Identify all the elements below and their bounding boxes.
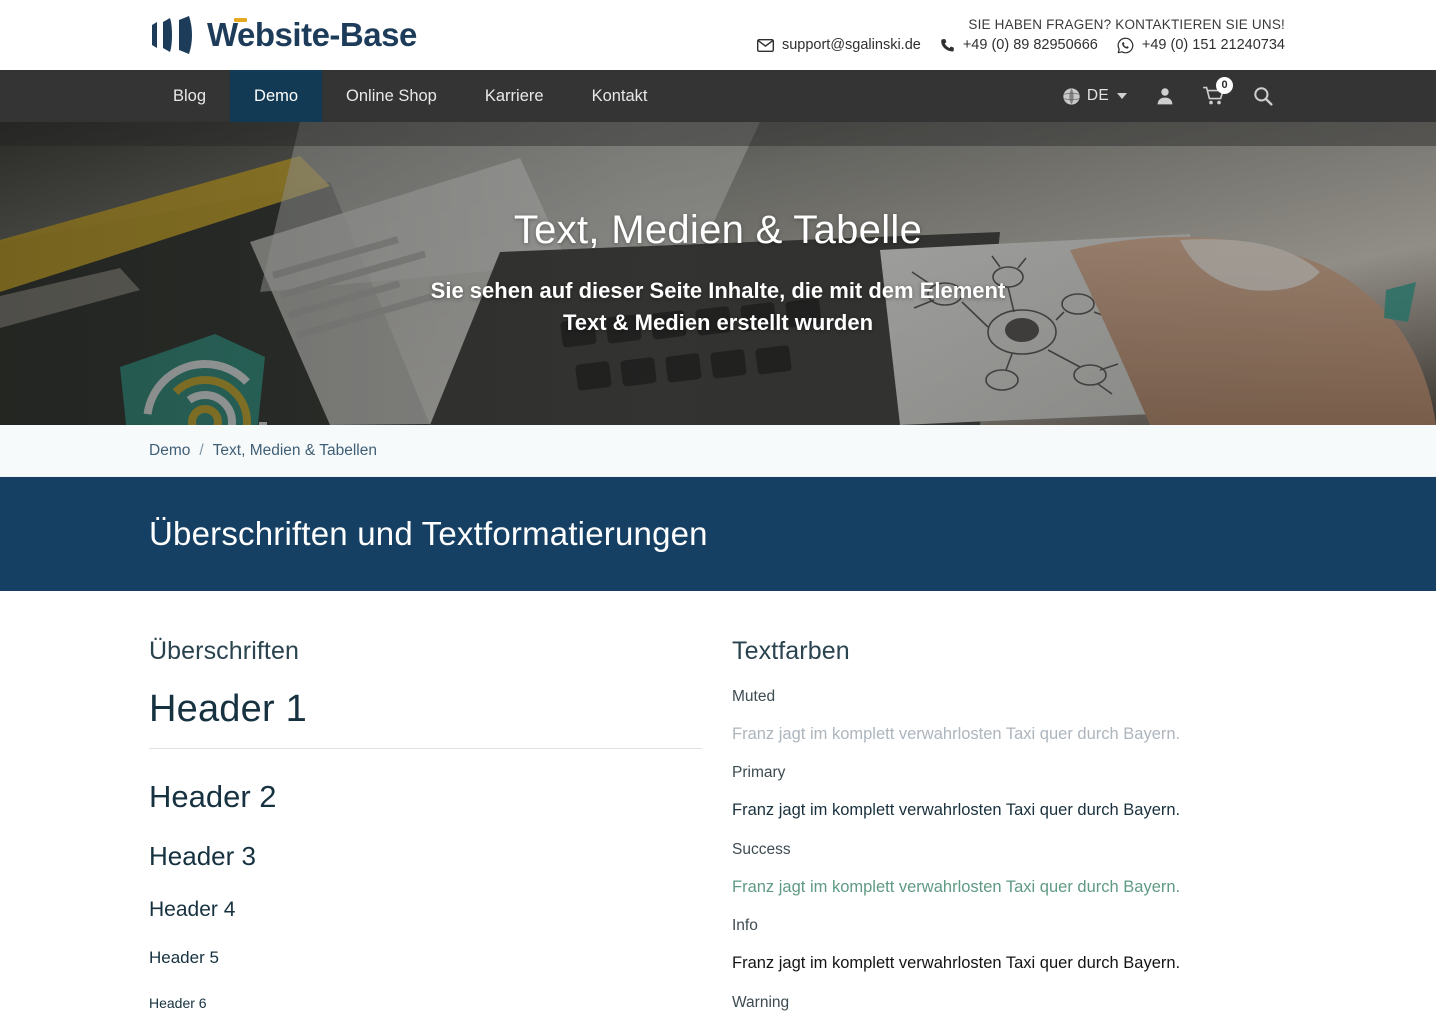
contact-whatsapp[interactable]: +49 (0) 151 21240734: [1117, 37, 1285, 54]
nav-label: Demo: [254, 87, 298, 106]
heading-sample-6: Header 6: [149, 995, 702, 1011]
nav-label: Blog: [173, 87, 206, 106]
textcolor-label-warning: Warning: [732, 994, 1285, 1012]
language-switcher[interactable]: DE: [1048, 70, 1141, 122]
breadcrumb-separator: /: [199, 442, 203, 460]
textcolor-label-muted: Muted: [732, 688, 1285, 706]
contact-email[interactable]: support@sgalinski.de: [757, 37, 921, 53]
textcolor-sample-primary: Franz jagt im komplett verwahrlosten Tax…: [732, 800, 1285, 821]
envelope-icon: [757, 39, 774, 52]
page-root: Website-Base SIE HABEN FRAGEN? KONTAKTIE…: [0, 0, 1436, 1026]
nav-item-online-shop[interactable]: Online Shop: [322, 70, 461, 122]
hero-content: Text, Medien & Tabelle Sie sehen auf die…: [0, 122, 1436, 425]
section-header-band: Überschriften und Textformatierungen: [0, 477, 1436, 591]
nav-item-karriere[interactable]: Karriere: [461, 70, 568, 122]
heading-sample-3: Header 3: [149, 841, 702, 872]
three-pages-logo-icon: [149, 15, 197, 55]
contact-whatsapp-text: +49 (0) 151 21240734: [1142, 37, 1285, 53]
contact-details: support@sgalinski.de +49 (0) 89 82950666…: [757, 37, 1285, 54]
contact-block: SIE HABEN FRAGEN? KONTAKTIEREN SIE UNS! …: [757, 17, 1287, 54]
hero-title: Text, Medien & Tabelle: [514, 208, 922, 253]
headings-column: Überschriften Header 1 Header 2 Header 3…: [149, 637, 702, 1026]
heading-sample-4: Header 4: [149, 898, 702, 922]
textcolor-label-success: Success: [732, 841, 1285, 859]
heading-sample-1: Header 1: [149, 688, 702, 731]
cart-count-badge: 0: [1216, 77, 1233, 94]
top-bar: Website-Base SIE HABEN FRAGEN? KONTAKTIE…: [0, 0, 1436, 70]
section-title: Überschriften und Textformatierungen: [149, 515, 708, 553]
nav-item-list: Blog Demo Online Shop Karriere Kontakt: [149, 70, 672, 122]
breadcrumb-item-demo[interactable]: Demo: [149, 442, 190, 460]
cart-button[interactable]: 0: [1189, 70, 1239, 122]
content-area: Überschriften Header 1 Header 2 Header 3…: [0, 591, 1436, 1026]
textcolor-sample-info: Franz jagt im komplett verwahrlosten Tax…: [732, 953, 1285, 974]
textcolor-sample-success: Franz jagt im komplett verwahrlosten Tax…: [732, 877, 1285, 898]
nav-item-demo[interactable]: Demo: [230, 70, 322, 122]
nav-label: Kontakt: [592, 87, 648, 106]
nav-label: Online Shop: [346, 87, 437, 106]
account-button[interactable]: [1141, 70, 1189, 122]
breadcrumb: Demo / Text, Medien & Tabellen: [0, 425, 1436, 477]
heading-sample-5: Header 5: [149, 948, 702, 968]
heading-divider: [149, 748, 702, 749]
breadcrumb-item-current: Text, Medien & Tabellen: [213, 442, 377, 460]
search-icon: [1253, 86, 1273, 106]
nav-label: Karriere: [485, 87, 544, 106]
language-label: DE: [1087, 87, 1109, 105]
textcolors-column: Textfarben Muted Franz jagt im komplett …: [732, 637, 1285, 1026]
nav-tools: DE 0: [1048, 70, 1287, 122]
user-icon: [1155, 86, 1175, 106]
textcolors-column-title: Textfarben: [732, 637, 1285, 666]
contact-phone-text: +49 (0) 89 82950666: [963, 37, 1098, 53]
nav-item-blog[interactable]: Blog: [149, 70, 230, 122]
search-button[interactable]: [1239, 70, 1287, 122]
textcolor-label-info: Info: [732, 917, 1285, 935]
hero-banner: Text, Medien & Tabelle Sie sehen auf die…: [0, 122, 1436, 425]
nav-item-kontakt[interactable]: Kontakt: [568, 70, 672, 122]
hero-subtitle: Sie sehen auf dieser Seite Inhalte, die …: [418, 275, 1018, 339]
phone-icon: [940, 38, 955, 53]
headings-column-title: Überschriften: [149, 637, 702, 666]
whatsapp-icon: [1117, 37, 1134, 54]
textcolor-sample-muted: Franz jagt im komplett verwahrlosten Tax…: [732, 724, 1285, 745]
main-navigation: Blog Demo Online Shop Karriere Kontakt: [0, 70, 1436, 122]
textcolor-label-primary: Primary: [732, 764, 1285, 782]
site-logo[interactable]: Website-Base: [149, 15, 417, 55]
logo-accent-bar: [234, 18, 247, 22]
contact-headline: SIE HABEN FRAGEN? KONTAKTIEREN SIE UNS!: [757, 17, 1285, 32]
globe-icon: [1062, 87, 1081, 106]
chevron-down-icon: [1117, 93, 1127, 99]
logo-wordmark: Website-Base: [207, 16, 417, 54]
contact-email-text: support@sgalinski.de: [782, 37, 921, 53]
contact-phone[interactable]: +49 (0) 89 82950666: [940, 37, 1098, 53]
heading-sample-2: Header 2: [149, 779, 702, 815]
